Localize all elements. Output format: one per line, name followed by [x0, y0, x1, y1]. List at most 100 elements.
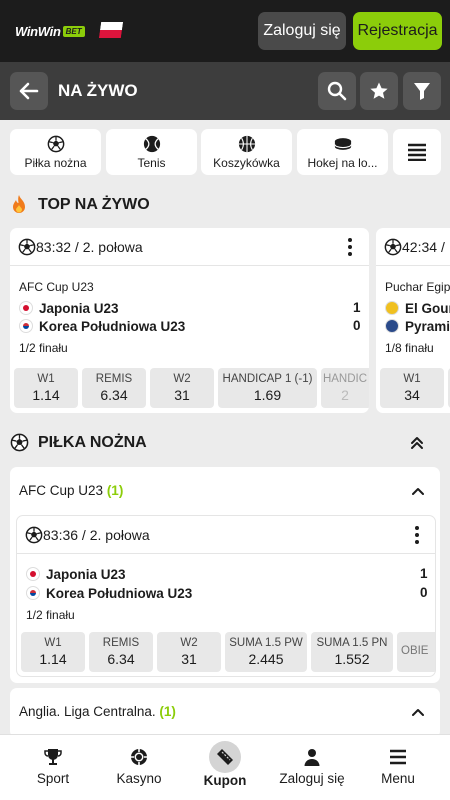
team-crest-icon: [385, 301, 399, 315]
match-header: 83:32 / 2. połowa: [10, 228, 369, 266]
south-korea-flag-icon: [19, 319, 33, 333]
team-home: El Gour: [385, 300, 450, 316]
nav-sport[interactable]: Sport: [18, 735, 88, 800]
south-korea-flag-icon: [26, 586, 40, 600]
bottom-navigation: Sport Kasyno Kupon Zaloguj się Menu: [0, 734, 450, 800]
match-stage: 1/2 finału: [19, 341, 68, 355]
match-time: 42:34 /: [402, 239, 445, 255]
match-header: 83:36 / 2. połowa: [17, 516, 435, 554]
login-button[interactable]: Zaloguj się: [258, 12, 346, 50]
odd-button[interactable]: HANDIC 2: [321, 368, 369, 408]
tab-label: Tenis: [137, 155, 166, 170]
match-stage: 1/2 finału: [26, 608, 75, 622]
poland-flag-icon[interactable]: [98, 22, 124, 38]
league-name: AFC Cup U23: [19, 280, 94, 294]
tab-basketball[interactable]: Koszykówka: [201, 129, 292, 175]
league-header[interactable]: Anglia. Liga Centralna. (1): [19, 704, 176, 719]
team-away: Korea Południowa U23: [19, 318, 185, 334]
sport-tabs: Piłka nożna Tenis Koszykówka Hokej na lo…: [0, 120, 450, 186]
nav-menu[interactable]: Menu: [363, 735, 433, 800]
tab-hockey[interactable]: Hokej na lo...: [297, 129, 388, 175]
back-button[interactable]: [10, 72, 48, 110]
match-time: 83:36 / 2. połowa: [43, 527, 150, 543]
top-header: WinWin BET Zaloguj się Rejestracja: [0, 0, 450, 62]
odd-button[interactable]: W2 31: [150, 368, 214, 408]
odd-button[interactable]: W1 1.14: [14, 368, 78, 408]
chevron-up-icon[interactable]: [412, 708, 424, 716]
score-home: 1: [420, 566, 428, 581]
match-stage: 1/8 finału: [385, 341, 434, 355]
odd-button[interactable]: REMIS 6.34: [82, 368, 146, 408]
tab-label: Piłka nożna: [24, 155, 87, 170]
search-button[interactable]: [318, 72, 356, 110]
match-header: 42:34 /: [376, 228, 450, 266]
league-header[interactable]: AFC Cup U23 (1): [19, 483, 123, 498]
star-icon: [370, 82, 388, 99]
more-options-icon[interactable]: [348, 238, 352, 256]
odd-button[interactable]: HANDICAP 1 (-1) 1.69: [218, 368, 317, 408]
hockey-puck-icon: [333, 137, 352, 150]
score-home: 1: [353, 300, 361, 315]
favorites-button[interactable]: [360, 72, 398, 110]
score-away: 0: [420, 585, 428, 600]
tab-tennis[interactable]: Tenis: [106, 129, 197, 175]
nav-label: Sport: [36, 771, 70, 786]
nav-casino[interactable]: Kasyno: [104, 735, 174, 800]
logo-text: WinWin: [15, 23, 61, 39]
team-crest-icon: [385, 319, 399, 333]
all-sports-button[interactable]: [393, 129, 441, 175]
nav-label: Menu: [381, 771, 415, 786]
trophy-icon: [44, 749, 62, 765]
search-icon: [327, 81, 347, 101]
odd-button[interactable]: W1 34: [380, 368, 444, 408]
fire-icon: [13, 195, 25, 213]
nav-label: Kasyno: [116, 771, 162, 786]
more-options-icon[interactable]: [415, 526, 419, 544]
chevron-up-icon[interactable]: [412, 487, 424, 495]
soccer-ball-icon: [384, 238, 402, 256]
tab-soccer[interactable]: Piłka nożna: [10, 129, 101, 175]
tab-label: Hokej na lo...: [307, 155, 378, 170]
league-name: Puchar Egip: [385, 280, 450, 294]
nav-kupon[interactable]: Kupon: [190, 735, 260, 800]
odd-button[interactable]: W2 31: [157, 632, 221, 672]
basketball-icon: [238, 135, 255, 152]
soccer-ball-icon: [18, 238, 36, 256]
top-live-card[interactable]: 83:32 / 2. połowa AFC Cup U23 Japonia U2…: [10, 228, 369, 413]
top-live-title: TOP NA ŻYWO: [38, 196, 150, 213]
soccer-ball-icon: [25, 526, 43, 544]
soccer-section-title: PIŁKA NOŻNA: [38, 434, 147, 451]
user-icon: [304, 749, 320, 766]
odd-button[interactable]: SUMA 1.5 PN 1.552: [311, 632, 393, 672]
tab-label: Koszykówka: [213, 155, 280, 170]
tennis-ball-icon: [143, 135, 160, 152]
hamburger-menu-icon: [390, 749, 406, 765]
team-away: Korea Południowa U23: [26, 585, 192, 601]
nav-login[interactable]: Zaloguj się: [272, 735, 352, 800]
casino-chip-icon: [131, 749, 147, 765]
team-away: Pyrami: [385, 318, 450, 334]
register-button[interactable]: Rejestracja: [353, 12, 442, 50]
odd-button[interactable]: REMIS 6.34: [89, 632, 153, 672]
team-home: Japonia U23: [19, 300, 119, 316]
odd-button[interactable]: W1 1.14: [21, 632, 85, 672]
brand-logo[interactable]: WinWin BET: [15, 20, 85, 42]
japan-flag-icon: [19, 301, 33, 315]
live-subheader: NA ŻYWO: [0, 62, 450, 120]
top-live-card[interactable]: 42:34 / Puchar Egip El Gour Pyrami 1/8 f…: [376, 228, 450, 413]
nav-label: Kupon: [203, 773, 247, 788]
score-away: 0: [353, 318, 361, 333]
collapse-all-icon[interactable]: [410, 436, 424, 450]
soccer-ball-icon: [47, 135, 64, 152]
filter-button[interactable]: [403, 72, 441, 110]
logo-badge: BET: [62, 25, 85, 37]
team-home: Japonia U23: [26, 566, 126, 582]
filter-icon: [414, 83, 430, 100]
page-title: NA ŻYWO: [58, 81, 138, 100]
soccer-ball-icon: [10, 433, 29, 452]
odd-button[interactable]: SUMA 1.5 PW 2.445: [225, 632, 307, 672]
odd-button[interactable]: OBIE: [397, 632, 435, 672]
match-card[interactable]: 83:36 / 2. połowa Japonia U23 1 Korea Po…: [16, 515, 436, 677]
japan-flag-icon: [26, 567, 40, 581]
nav-label: Zaloguj się: [279, 771, 345, 786]
